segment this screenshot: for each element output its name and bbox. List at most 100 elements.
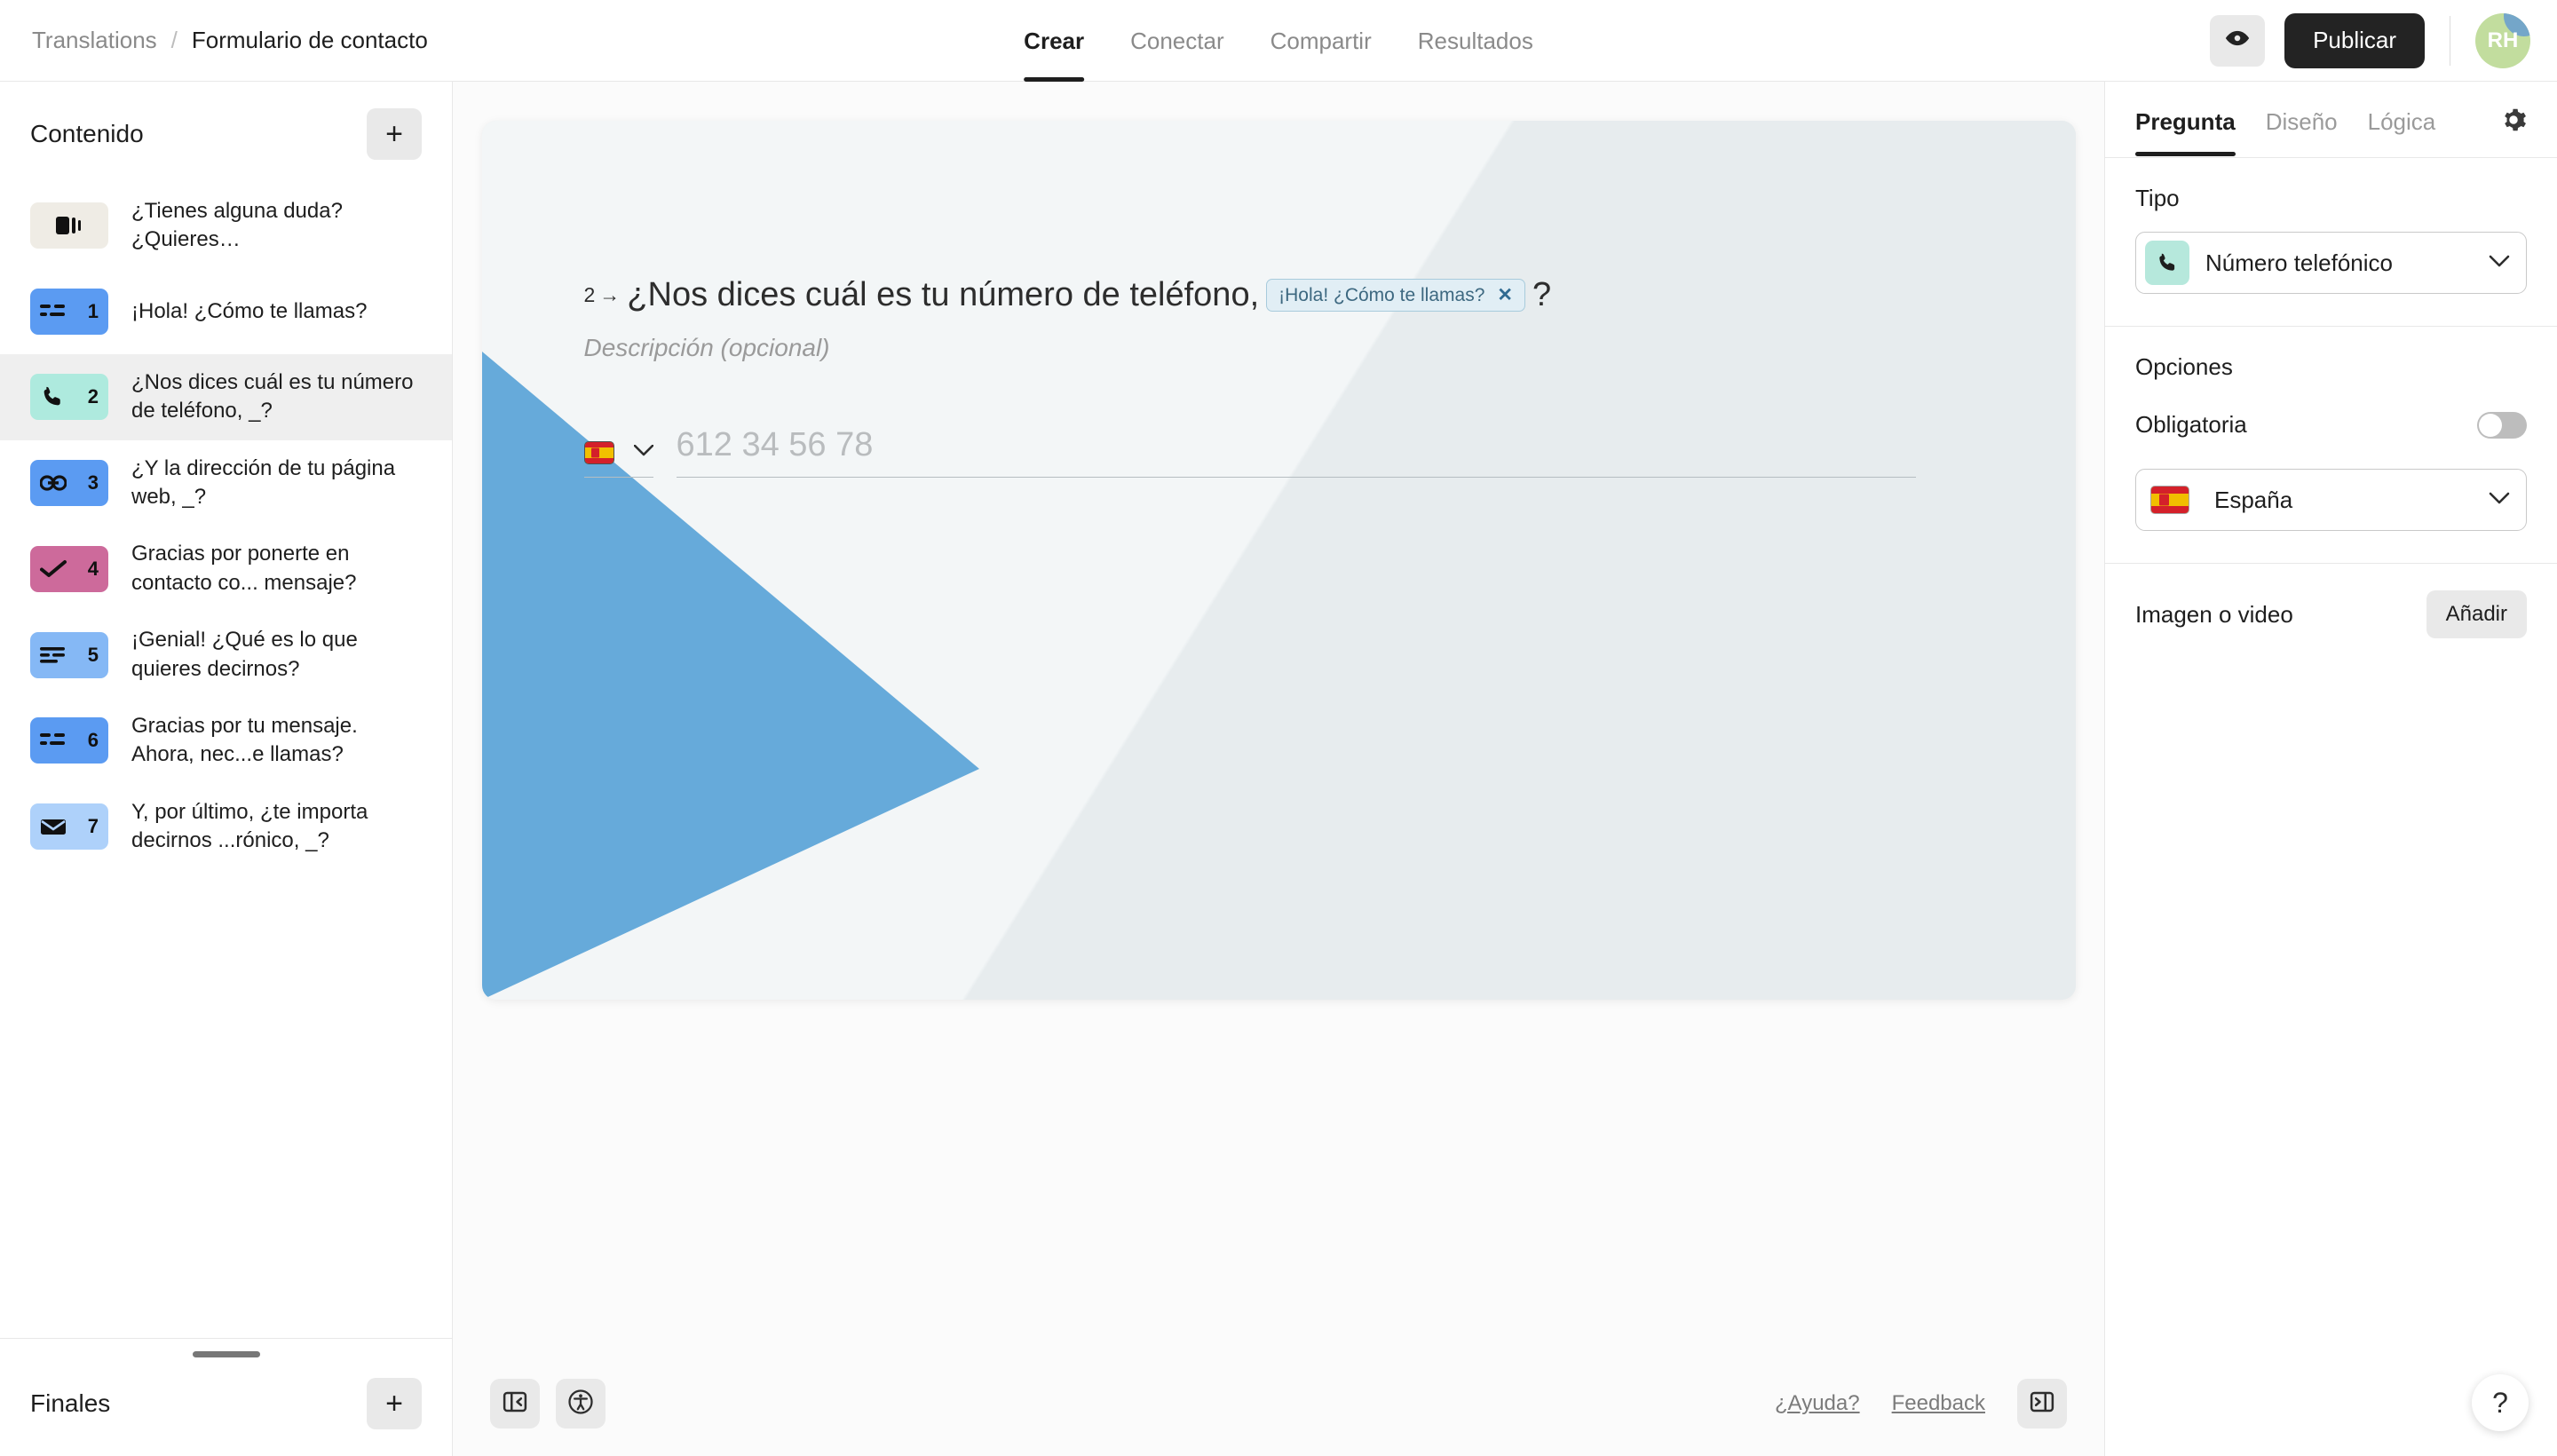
type-section: Tipo Número telefónico <box>2105 158 2557 294</box>
accessibility-button[interactable] <box>556 1379 606 1428</box>
sidebar-item-4[interactable]: 4 Gracias por ponerte en contacto co... … <box>0 526 452 612</box>
phone-field-row: 612 34 56 78 <box>583 426 2076 478</box>
media-section: Imagen o video Añadir <box>2105 564 2557 638</box>
tab-resultados[interactable]: Resultados <box>1418 0 1533 82</box>
sidebar-header: Contenido + <box>0 82 452 183</box>
add-ending-button[interactable]: + <box>367 1378 422 1429</box>
accessibility-icon <box>567 1389 594 1420</box>
top-bar-actions: Publicar RH <box>2210 12 2557 68</box>
short-text-icon <box>40 731 67 750</box>
panel-collapse-left-icon <box>502 1389 528 1420</box>
settings-tabs: Pregunta Diseño Lógica <box>2105 82 2557 158</box>
country-value: España <box>2214 486 2293 513</box>
recall-tag[interactable]: ¡Hola! ¿Cómo te llamas? ✕ <box>1266 279 1525 312</box>
phone-icon <box>2145 241 2189 285</box>
question-arrow-icon: → <box>599 283 621 306</box>
preview-button[interactable] <box>2210 14 2266 67</box>
item-badge: 7 <box>30 803 108 851</box>
bottom-right-actions: ¿Ayuda? Feedback <box>1775 1379 2067 1428</box>
content-sidebar: Contenido + ¿Tienes alguna duda? ¿Quiere… <box>0 82 453 1456</box>
sidebar-item-label: Gracias por ponerte en contacto co... me… <box>131 542 357 595</box>
tab-crear[interactable]: Crear <box>1024 0 1084 82</box>
item-number: 3 <box>87 471 99 494</box>
question-type-select[interactable]: Número telefónico <box>2135 232 2527 294</box>
sidebar-item-label: ¡Genial! ¿Qué es lo que quieres decirnos… <box>131 628 358 681</box>
feedback-link[interactable]: Feedback <box>1892 1391 1985 1416</box>
card-content: 2 → ¿Nos dices cuál es tu número de telé… <box>482 121 2076 1000</box>
item-badge: 4 <box>30 545 108 592</box>
top-bar: Translations / Formulario de contacto Cr… <box>0 0 2557 82</box>
required-toggle[interactable] <box>2477 411 2527 439</box>
toggle-knob <box>2479 413 2502 437</box>
form-preview-card[interactable]: 2 → ¿Nos dices cuál es tu número de telé… <box>481 121 2076 1000</box>
phone-number-input[interactable]: 612 34 56 78 <box>676 426 1916 478</box>
publish-button[interactable]: Publicar <box>2284 12 2425 68</box>
sidebar-item-welcome[interactable]: ¿Tienes alguna duda? ¿Quieres… <box>0 183 452 269</box>
avatar[interactable]: RH <box>2475 12 2530 68</box>
sidebar-item-1[interactable]: 1 ¡Hola! ¿Cómo te llamas? <box>0 269 452 354</box>
question-number: 2 <box>583 283 596 306</box>
collapse-right-panel-button[interactable] <box>2017 1379 2067 1428</box>
tab-compartir[interactable]: Compartir <box>1271 0 1372 82</box>
tab-pregunta[interactable]: Pregunta <box>2135 108 2236 156</box>
breadcrumb-current[interactable]: Formulario de contacto <box>192 27 428 54</box>
welcome-screen-icon <box>56 215 83 236</box>
sidebar-item-2[interactable]: 2 ¿Nos dices cuál es tu número de teléfo… <box>0 353 452 440</box>
media-row: Imagen o video Añadir <box>2135 590 2527 638</box>
item-badge: 5 <box>30 631 108 678</box>
tab-conectar[interactable]: Conectar <box>1130 0 1224 82</box>
required-row: Obligatoria <box>2135 411 2527 439</box>
help-fab-button[interactable]: ? <box>2472 1374 2529 1431</box>
settings-gear-button[interactable] <box>2500 107 2527 157</box>
question-title[interactable]: ¿Nos dices cuál es tu número de teléfono… <box>627 276 1259 314</box>
item-number: 1 <box>87 299 99 322</box>
item-number: 5 <box>87 643 99 666</box>
recall-tag-remove-icon[interactable]: ✕ <box>1497 284 1513 306</box>
app-root: Translations / Formulario de contacto Cr… <box>0 0 2557 1456</box>
options-section: Opciones Obligatoria España <box>2105 327 2557 531</box>
sidebar-item-label: Gracias por tu mensaje. Ahora, nec...e l… <box>131 713 358 767</box>
collapse-left-panel-button[interactable] <box>490 1379 540 1428</box>
item-number: 2 <box>87 385 99 408</box>
sidebar-item-list: ¿Tienes alguna duda? ¿Quieres… 1 ¡Hola! … <box>0 183 452 1338</box>
sidebar-item-3[interactable]: 3 ¿Y la dirección de tu página web, _? <box>0 440 452 526</box>
question-number-indicator: 2 → <box>584 283 621 307</box>
sidebar-resize-handle[interactable] <box>192 1351 260 1357</box>
avatar-initials: RH <box>2487 28 2519 52</box>
sidebar-item-label: ¡Hola! ¿Cómo te llamas? <box>131 298 368 323</box>
breadcrumb-separator: / <box>170 27 178 53</box>
sidebar-item-label: ¿Tienes alguna duda? ¿Quieres… <box>131 199 343 252</box>
sidebar-item-5[interactable]: 5 ¡Genial! ¿Qué es lo que quieres decirn… <box>0 612 452 698</box>
canvas-wrapper: 2 → ¿Nos dices cuál es tu número de telé… <box>453 82 2104 1351</box>
item-badge: 3 <box>30 459 108 506</box>
country-select[interactable]: España <box>2135 469 2527 531</box>
description-input[interactable]: Descripción (opcional) <box>584 334 2076 362</box>
required-label: Obligatoria <box>2135 411 2247 438</box>
chevron-down-icon <box>2489 255 2510 272</box>
spain-flag-icon <box>2150 486 2189 514</box>
sidebar-item-7[interactable]: 7 Y, por último, ¿te importa decirnos ..… <box>0 784 452 870</box>
item-badge: 6 <box>30 717 108 764</box>
question-type-value: Número telefónico <box>2205 249 2393 276</box>
add-media-button[interactable]: Añadir <box>2426 590 2527 638</box>
tab-diseno[interactable]: Diseño <box>2266 108 2338 155</box>
app-body: Contenido + ¿Tienes alguna duda? ¿Quiere… <box>0 82 2557 1456</box>
breadcrumb: Translations / Formulario de contacto <box>0 27 428 54</box>
question-suffix: ? <box>1532 276 1552 313</box>
sidebar-item-6[interactable]: 6 Gracias por tu mensaje. Ahora, nec...e… <box>0 698 452 784</box>
tab-logica[interactable]: Lógica <box>2368 108 2436 155</box>
help-link[interactable]: ¿Ayuda? <box>1775 1391 1860 1416</box>
media-label: Imagen o video <box>2135 600 2293 628</box>
chevron-down-icon <box>2489 492 2510 509</box>
phone-placeholder: 612 34 56 78 <box>676 426 874 463</box>
item-badge: 2 <box>30 374 108 421</box>
breadcrumb-root[interactable]: Translations <box>32 27 157 54</box>
question-line: 2 → ¿Nos dices cuál es tu número de telé… <box>584 276 2076 314</box>
country-code-select[interactable] <box>583 441 653 478</box>
short-text-icon <box>40 302 67 321</box>
sidebar-item-label: ¿Y la dirección de tu página web, _? <box>131 455 396 509</box>
link-icon <box>40 474 67 492</box>
add-content-button[interactable]: + <box>367 108 422 160</box>
check-icon <box>40 559 67 579</box>
options-label: Opciones <box>2135 353 2233 380</box>
